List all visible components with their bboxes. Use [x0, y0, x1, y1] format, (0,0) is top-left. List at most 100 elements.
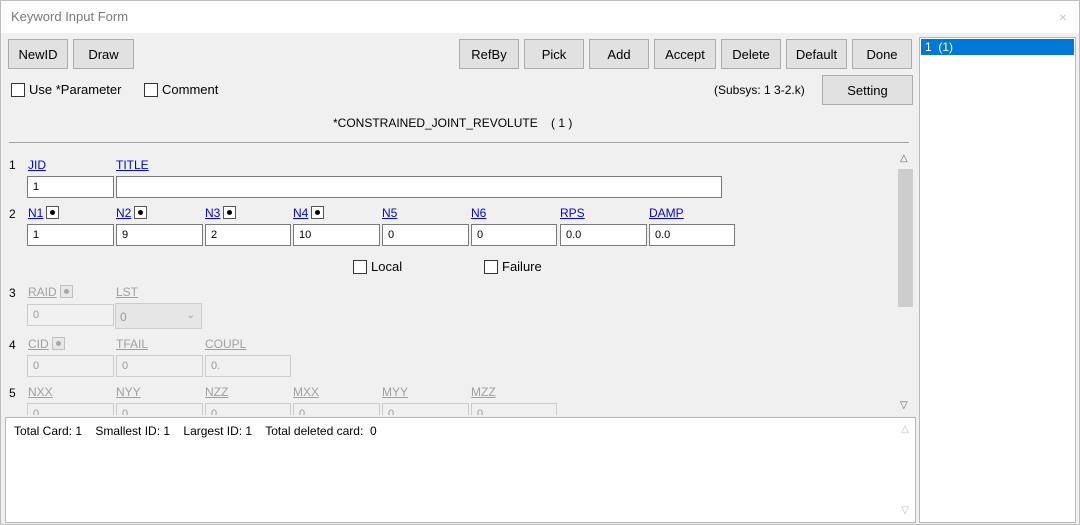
- myy-field: 0: [382, 403, 469, 415]
- comment-checkbox[interactable]: Comment: [144, 82, 218, 97]
- checkbox-box[interactable]: [484, 259, 498, 274]
- coupl-label: COUPL: [205, 337, 247, 351]
- keyword-title: *CONSTRAINED_JOINT_REVOLUTE ( 1 ): [333, 116, 573, 130]
- done-button[interactable]: Done: [852, 39, 912, 69]
- nxx-label: NXX: [28, 385, 53, 399]
- default-button[interactable]: Default: [786, 39, 847, 69]
- keyword-input-window: Keyword Input Form × NewID Draw RefBy Pi…: [0, 0, 1080, 525]
- checkbox-box[interactable]: [353, 259, 367, 274]
- refby-button[interactable]: RefBy: [459, 39, 519, 69]
- setting-button[interactable]: Setting: [822, 75, 913, 105]
- scrollbar-thumb[interactable]: [898, 169, 913, 307]
- n5-label[interactable]: N5: [382, 206, 397, 220]
- pick-node-icon[interactable]: [134, 206, 148, 219]
- checkbox-box[interactable]: [11, 82, 25, 97]
- n4-field[interactable]: 10: [293, 224, 380, 246]
- card-number-1: 1: [9, 158, 16, 172]
- failure-checkbox[interactable]: Failure: [484, 259, 542, 274]
- n5-field[interactable]: 0: [382, 224, 469, 246]
- scroll-down-icon[interactable]: ▽: [900, 400, 908, 411]
- n6-field[interactable]: 0: [471, 224, 557, 246]
- n2-label-group: N2: [116, 206, 148, 220]
- scroll-down-icon[interactable]: ▽: [901, 505, 909, 516]
- raid-label-group: RAID: [28, 285, 73, 299]
- use-parameter-label: Use *Parameter: [29, 82, 122, 97]
- pick-icon-disabled: [51, 337, 65, 350]
- pick-node-icon[interactable]: [223, 206, 237, 219]
- tfail-field: 0: [116, 355, 203, 377]
- n1-label[interactable]: N1: [28, 206, 43, 220]
- nzz-field: 0: [205, 403, 291, 415]
- failure-label: Failure: [502, 259, 542, 274]
- window-title: Keyword Input Form: [11, 9, 129, 24]
- add-button[interactable]: Add: [589, 39, 649, 69]
- card-number-3: 3: [9, 286, 16, 300]
- n2-label[interactable]: N2: [116, 206, 131, 220]
- tfail-label: TFAIL: [116, 337, 149, 351]
- jid-label[interactable]: JID: [28, 158, 46, 172]
- local-checkbox[interactable]: Local: [353, 259, 402, 274]
- n3-label-group: N3: [205, 206, 237, 220]
- form-scrollbar[interactable]: △ ▽: [897, 151, 914, 413]
- separator: [9, 142, 909, 143]
- card-number-2: 2: [9, 207, 16, 221]
- card5-clip: 5 NXX NYY NZZ MXX MYY MZZ 0 0 0 0 0 0: [1, 381, 896, 415]
- damp-field[interactable]: 0.0: [649, 224, 735, 246]
- damp-label[interactable]: DAMP: [649, 206, 684, 220]
- subsys-label: (Subsys: 1 3-2.k): [714, 83, 805, 97]
- title-label[interactable]: TITLE: [116, 158, 149, 172]
- title-field[interactable]: [116, 176, 722, 198]
- nzz-label: NZZ: [205, 385, 229, 399]
- cid-label-group: CID: [28, 337, 65, 351]
- rps-label[interactable]: RPS: [560, 206, 585, 220]
- n4-label[interactable]: N4: [293, 206, 308, 220]
- mzz-field: 0: [471, 403, 557, 415]
- card-number-4: 4: [9, 338, 16, 352]
- pick-icon-disabled: [59, 285, 73, 298]
- n3-label[interactable]: N3: [205, 206, 220, 220]
- chevron-down-icon: ⌄: [186, 310, 195, 321]
- n4-label-group: N4: [293, 206, 325, 220]
- use-parameter-checkbox[interactable]: Use *Parameter: [11, 82, 121, 97]
- nxx-field: 0: [27, 403, 114, 415]
- n2-field[interactable]: 9: [116, 224, 203, 246]
- cid-label: CID: [28, 337, 49, 351]
- mzz-label: MZZ: [471, 385, 496, 399]
- delete-button[interactable]: Delete: [721, 39, 781, 69]
- raid-label: RAID: [28, 285, 57, 299]
- list-item[interactable]: 1 (1): [921, 39, 1074, 55]
- pick-node-icon[interactable]: [46, 206, 60, 219]
- close-icon[interactable]: ×: [1059, 9, 1067, 25]
- n1-field[interactable]: 1: [27, 224, 114, 246]
- mxx-field: 0: [293, 403, 380, 415]
- n3-field[interactable]: 2: [205, 224, 291, 246]
- n6-label[interactable]: N6: [471, 206, 486, 220]
- myy-label: MYY: [382, 385, 409, 399]
- n1-label-group: N1: [28, 206, 60, 220]
- cid-field: 0: [27, 355, 114, 377]
- new-id-button[interactable]: NewID: [8, 39, 68, 69]
- status-text: Total Card: 1 Smallest ID: 1 Largest ID:…: [14, 424, 377, 438]
- lst-value: 0: [120, 310, 127, 324]
- raid-field: 0: [27, 304, 114, 326]
- coupl-field: 0.: [205, 355, 291, 377]
- checkbox-box[interactable]: [144, 82, 158, 97]
- lst-dropdown: 0 ⌄: [115, 303, 202, 329]
- jid-field[interactable]: 1: [27, 176, 114, 198]
- title-bar: Keyword Input Form ×: [1, 1, 1079, 33]
- draw-button[interactable]: Draw: [73, 39, 134, 69]
- card-list-pane: 1 (1): [919, 37, 1076, 523]
- pick-button[interactable]: Pick: [524, 39, 584, 69]
- comment-label: Comment: [162, 82, 219, 97]
- pick-node-icon[interactable]: [311, 206, 325, 219]
- status-panel: Total Card: 1 Smallest ID: 1 Largest ID:…: [5, 417, 916, 523]
- accept-button[interactable]: Accept: [654, 39, 716, 69]
- scroll-up-icon[interactable]: △: [900, 153, 908, 164]
- nyy-field: 0: [116, 403, 203, 415]
- mxx-label: MXX: [293, 385, 320, 399]
- card-number-5: 5: [9, 386, 16, 400]
- rps-field[interactable]: 0.0: [560, 224, 647, 246]
- local-label: Local: [371, 259, 403, 274]
- nyy-label: NYY: [116, 385, 141, 399]
- scroll-up-icon[interactable]: △: [901, 424, 909, 435]
